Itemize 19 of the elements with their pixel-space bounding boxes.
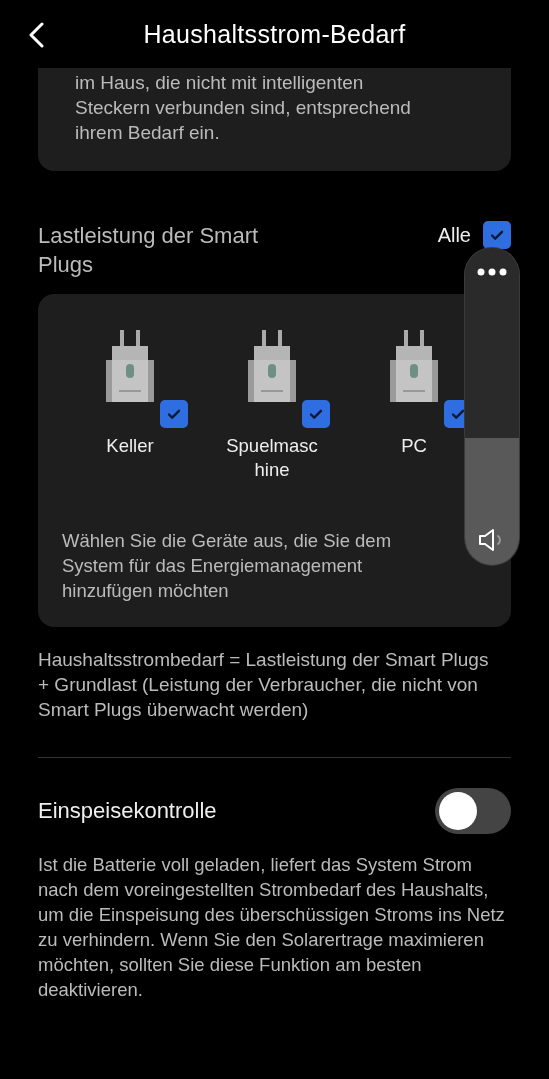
smart-plug-icon	[247, 330, 297, 402]
formula-text: Haushaltsstrombedarf = Lastleistung der Smart Plugs + Grundlast (Leistung der Verbraucher, die nicht von Smart Plugs überwacht werden)	[38, 648, 490, 722]
checkbox[interactable]	[483, 221, 511, 249]
toggle-switch[interactable]	[435, 788, 511, 834]
smart-plug-icon	[105, 330, 155, 402]
plug-name: Keller	[105, 434, 155, 458]
section-title: Lastleistung der Smart Plugs	[38, 222, 260, 279]
info-text: im Haus, die nicht mit intelligenten Steckern verbunden sind, entsprechend ihrem Bedarf ein.	[38, 68, 511, 171]
setting-label: Einspeisekontrolle	[38, 798, 217, 824]
smart-plug-icon	[389, 330, 439, 402]
screen-title: Haushaltsstrom-Bedarf	[142, 19, 407, 49]
description-text: Ist die Batterie voll geladen, liefert das System Strom nach dem voreingestellten Strombedarf des Haushalts, um die Einspeisung des überschüssigen Stroms ins Netz zu verhindern. Wenn Sie den Solarertrage maximieren möchten, sollten Sie diese Funktion am besten deaktivieren.	[38, 853, 506, 1002]
more-icon[interactable]	[477, 268, 507, 276]
select-all-label: Alle	[437, 223, 471, 247]
checkbox[interactable]	[302, 400, 330, 428]
plug-name: PC	[400, 434, 428, 458]
plug-name: Spuelmaschine	[225, 434, 319, 482]
checkbox[interactable]	[160, 400, 188, 428]
hint-text: Wählen Sie die Geräte aus, die Sie dem System für das Energiemanagement hinzufügen möchten	[62, 529, 393, 603]
